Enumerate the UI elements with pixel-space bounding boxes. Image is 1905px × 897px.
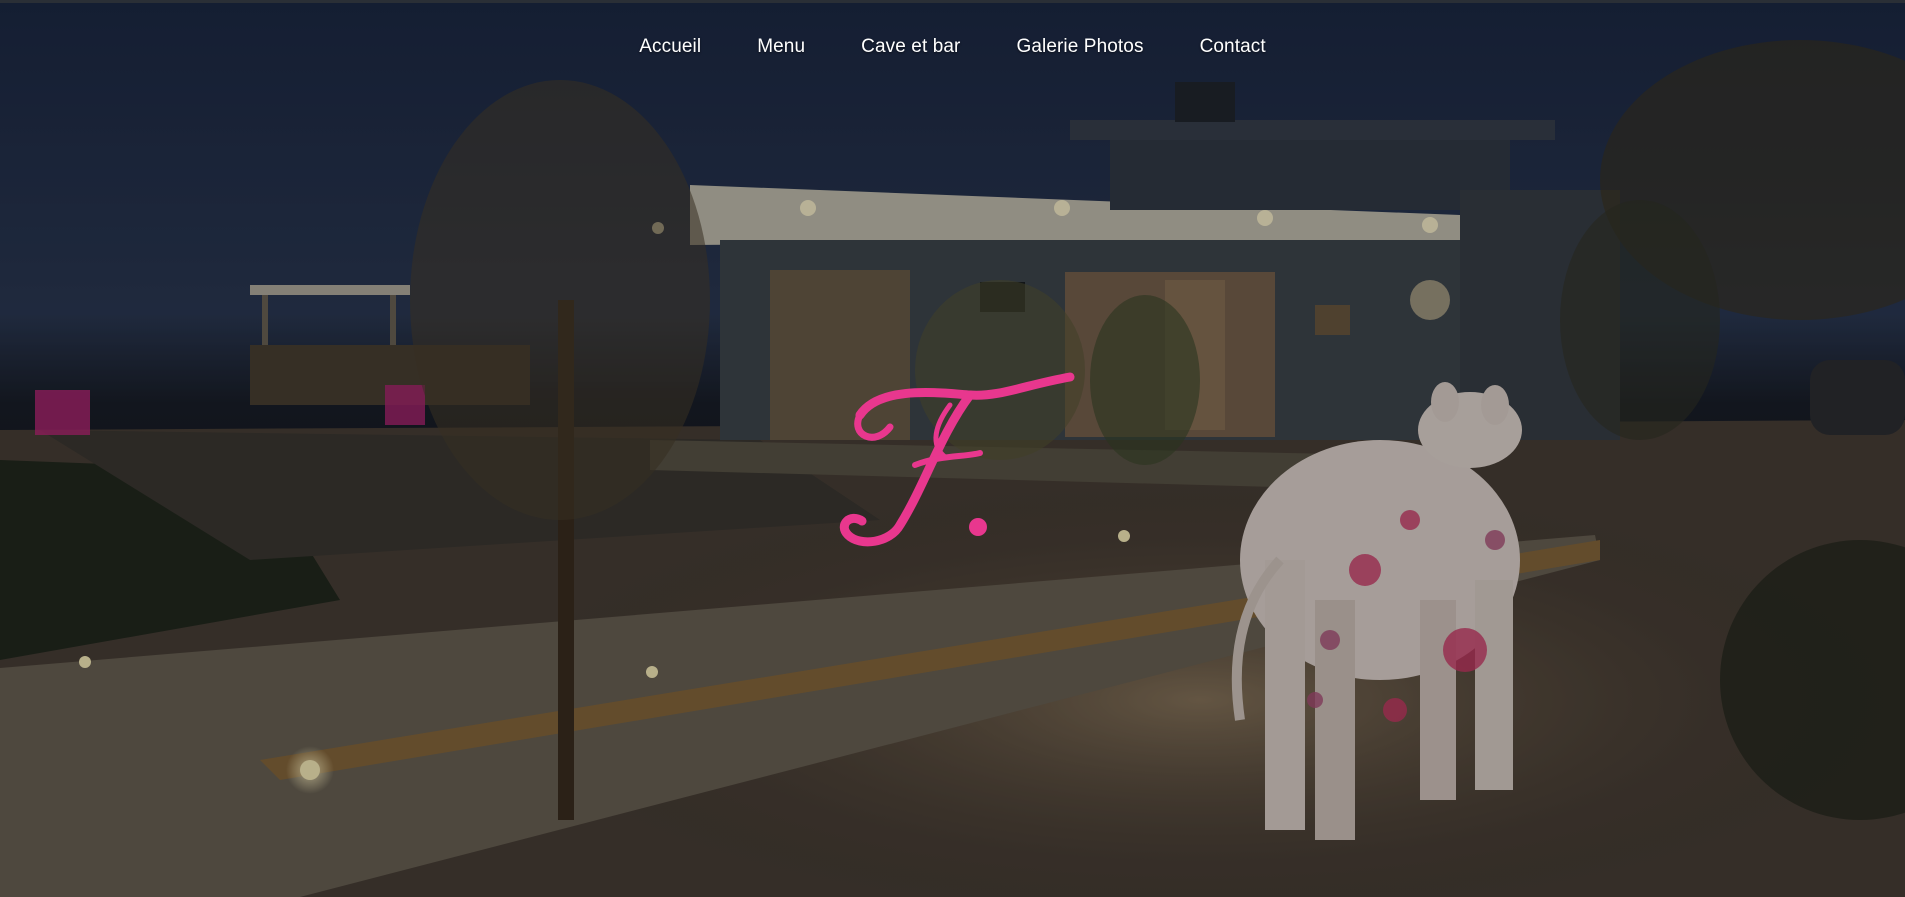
nav-item-galerie-photos[interactable]: Galerie Photos [988,32,1171,62]
nav-item-cave-et-bar[interactable]: Cave et bar [833,32,988,62]
nav-item-menu[interactable]: Menu [729,32,833,62]
restaurant-logo-icon[interactable] [820,365,1080,555]
top-strip [0,0,1905,3]
main-nav: Accueil Menu Cave et bar Galerie Photos … [0,32,1905,62]
nav-item-accueil[interactable]: Accueil [611,32,729,62]
page: Accueil Menu Cave et bar Galerie Photos … [0,0,1905,897]
nav-item-contact[interactable]: Contact [1172,32,1294,62]
